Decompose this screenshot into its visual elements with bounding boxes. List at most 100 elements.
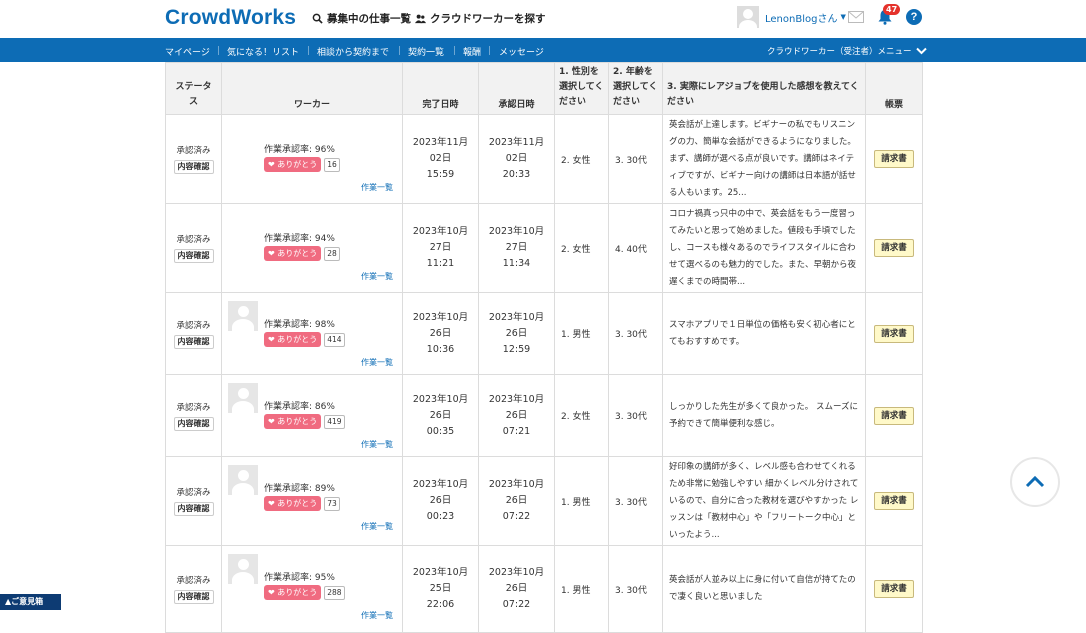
- feedback-box-button[interactable]: ▲ご意見箱: [0, 594, 61, 610]
- worker-avatar[interactable]: [228, 383, 258, 413]
- table-row: 承認済み 内容確認 作業承認率: 86% ❤ ありがとう 419 作業一覧 2023年10月…: [165, 374, 923, 457]
- worker-cell: 作業承認率: 94% ❤ ありがとう 28 作業一覧: [221, 203, 403, 293]
- table-row: 承認済み 内容確認 作業承認率: 89% ❤ ありがとう 73 作業一覧 2023年10月 2…: [165, 456, 923, 546]
- thanks-button[interactable]: ❤ ありがとう: [264, 332, 322, 347]
- approved-date: 2023年10月 27日 11:34: [478, 203, 555, 293]
- impression-answer: コロナ禍真っ只中の中で、英会話をもう一度習ってみたいと思って始めました。値段も手…: [662, 203, 866, 293]
- thanks-button[interactable]: ❤ ありがとう: [264, 157, 322, 172]
- user-avatar: [737, 6, 759, 28]
- age-answer: 3. 30代: [608, 374, 663, 457]
- thanks-widget[interactable]: ❤ ありがとう 288: [264, 585, 345, 600]
- worker-avatar[interactable]: [228, 465, 258, 495]
- chevron-up-icon: [1025, 476, 1045, 488]
- impression-answer: しっかりした先生が多くて良かった。 スムーズに予約できて簡単便利な感じ。: [662, 374, 866, 457]
- invoice-button[interactable]: 請求書: [874, 239, 914, 257]
- user-menu[interactable]: LenonBlogさん ▼: [737, 6, 846, 28]
- nav-messages[interactable]: メッセージ: [499, 45, 544, 58]
- approval-rate: 作業承認率: 98%: [264, 320, 335, 330]
- status-cell: 承認済み 内容確認: [165, 203, 222, 293]
- worker-avatar[interactable]: [228, 554, 258, 584]
- table-header-row: ステータス ワーカー 完了日時 承認日時 1. 性別を選択してください 2. 年…: [165, 62, 923, 115]
- header-impression: 3. 実際にレアジョブを使用した感想を教えてください: [662, 62, 866, 115]
- notification-badge: 47: [883, 4, 901, 15]
- age-answer: 3. 30代: [608, 114, 663, 204]
- work-list-link[interactable]: 作業一覧: [361, 357, 393, 368]
- age-answer: 3. 30代: [608, 545, 663, 633]
- thanks-label: ありがとう: [277, 588, 318, 597]
- invoice-button[interactable]: 請求書: [874, 406, 914, 425]
- thanks-button[interactable]: ❤ ありがとう: [264, 414, 322, 429]
- thanks-label: ありがとう: [277, 160, 318, 169]
- thanks-widget[interactable]: ❤ ありがとう 414: [264, 332, 345, 347]
- status-text: 承認済み: [176, 235, 211, 245]
- thanks-count: 16: [324, 157, 340, 172]
- completed-date: 2023年10月 26日 10:36: [402, 292, 479, 375]
- invoice-button[interactable]: 請求書: [874, 324, 914, 343]
- help-icon[interactable]: ?: [906, 9, 922, 25]
- content-check-button[interactable]: 内容確認: [173, 160, 214, 174]
- nav-contracts[interactable]: 契約一覧: [408, 45, 444, 58]
- work-list-link[interactable]: 作業一覧: [361, 521, 393, 532]
- thanks-count: 419: [324, 414, 345, 429]
- thanks-count: 414: [324, 332, 345, 347]
- nav-find-workers-label: クラウドワーカーを探す: [430, 13, 546, 25]
- status-cell: 承認済み 内容確認: [165, 545, 222, 633]
- content-check-button[interactable]: 内容確認: [173, 249, 214, 263]
- scroll-to-top-button[interactable]: [1010, 457, 1060, 507]
- thanks-label: ありがとう: [277, 417, 318, 426]
- nav-favorites[interactable]: 気になる！リスト: [227, 45, 299, 58]
- impression-answer: スマホアプリで１日単位の価格も安く初心者にとてもおすすめです。: [662, 292, 866, 375]
- approved-date: 2023年10月 26日 07:22: [478, 456, 555, 546]
- age-answer: 3. 30代: [608, 292, 663, 375]
- worker-avatar[interactable]: [228, 301, 258, 331]
- invoice-cell: 請求書: [865, 114, 923, 204]
- work-list-link[interactable]: 作業一覧: [361, 610, 393, 621]
- thanks-widget[interactable]: ❤ ありがとう 73: [264, 496, 340, 511]
- thanks-widget[interactable]: ❤ ありがとう 28: [264, 246, 340, 261]
- age-answer: 3. 30代: [608, 456, 663, 546]
- search-icon: [312, 13, 323, 24]
- invoice-button[interactable]: 請求書: [874, 580, 914, 598]
- invoice-button[interactable]: 請求書: [874, 150, 914, 168]
- worker-cell: 作業承認率: 86% ❤ ありがとう 419 作業一覧: [221, 374, 403, 457]
- worker-menu-label: クラウドワーカー（受注者）メニュー: [767, 47, 912, 57]
- approval-rate: 作業承認率: 95%: [264, 573, 335, 583]
- thanks-button[interactable]: ❤ ありがとう: [264, 246, 322, 261]
- invoice-button[interactable]: 請求書: [874, 492, 914, 510]
- work-list-link[interactable]: 作業一覧: [361, 182, 393, 193]
- worker-cell: 作業承認率: 89% ❤ ありがとう 73 作業一覧: [221, 456, 403, 546]
- thanks-label: ありがとう: [277, 335, 318, 344]
- status-text: 承認済み: [176, 576, 211, 586]
- nav-consult-to-contract[interactable]: 相談から契約まで: [317, 45, 389, 58]
- approval-rate: 作業承認率: 94%: [264, 234, 335, 244]
- work-list-link[interactable]: 作業一覧: [361, 271, 393, 282]
- thanks-button[interactable]: ❤ ありがとう: [264, 585, 322, 600]
- thanks-button[interactable]: ❤ ありがとう: [264, 496, 322, 511]
- header-completed: 完了日時: [402, 62, 479, 115]
- approved-date: 2023年10月 26日 07:22: [478, 545, 555, 633]
- content-check-button[interactable]: 内容確認: [173, 334, 214, 349]
- gender-answer: 2. 女性: [554, 203, 609, 293]
- nav-rewards[interactable]: 報酬: [463, 45, 481, 58]
- crowdworks-logo[interactable]: CrowdWorks: [165, 6, 296, 30]
- nav-find-workers[interactable]: クラウドワーカーを探す: [415, 11, 546, 26]
- approved-date: 2023年10月 26日 07:21: [478, 374, 555, 457]
- content-check-button[interactable]: 内容確認: [173, 502, 214, 516]
- worker-menu[interactable]: クラウドワーカー（受注者）メニュー: [767, 45, 927, 57]
- thanks-widget[interactable]: ❤ ありがとう 419: [264, 414, 345, 429]
- status-cell: 承認済み 内容確認: [165, 114, 222, 204]
- nav-mypage[interactable]: マイページ: [165, 45, 210, 58]
- nav-job-list[interactable]: 募集中の仕事一覧: [312, 11, 411, 26]
- gender-answer: 2. 女性: [554, 114, 609, 204]
- approved-date: 2023年11月 02日 20:33: [478, 114, 555, 204]
- thanks-widget[interactable]: ❤ ありがとう 16: [264, 157, 340, 172]
- invoice-cell: 請求書: [865, 374, 923, 457]
- completed-date: 2023年10月 25日 22:06: [402, 545, 479, 633]
- mail-icon[interactable]: [848, 11, 864, 23]
- content-check-button[interactable]: 内容確認: [173, 590, 214, 604]
- header-approved: 承認日時: [478, 62, 555, 115]
- gender-answer: 1. 男性: [554, 545, 609, 633]
- work-list-link[interactable]: 作業一覧: [361, 439, 393, 450]
- worker-cell: 作業承認率: 98% ❤ ありがとう 414 作業一覧: [221, 292, 403, 375]
- content-check-button[interactable]: 内容確認: [173, 416, 214, 431]
